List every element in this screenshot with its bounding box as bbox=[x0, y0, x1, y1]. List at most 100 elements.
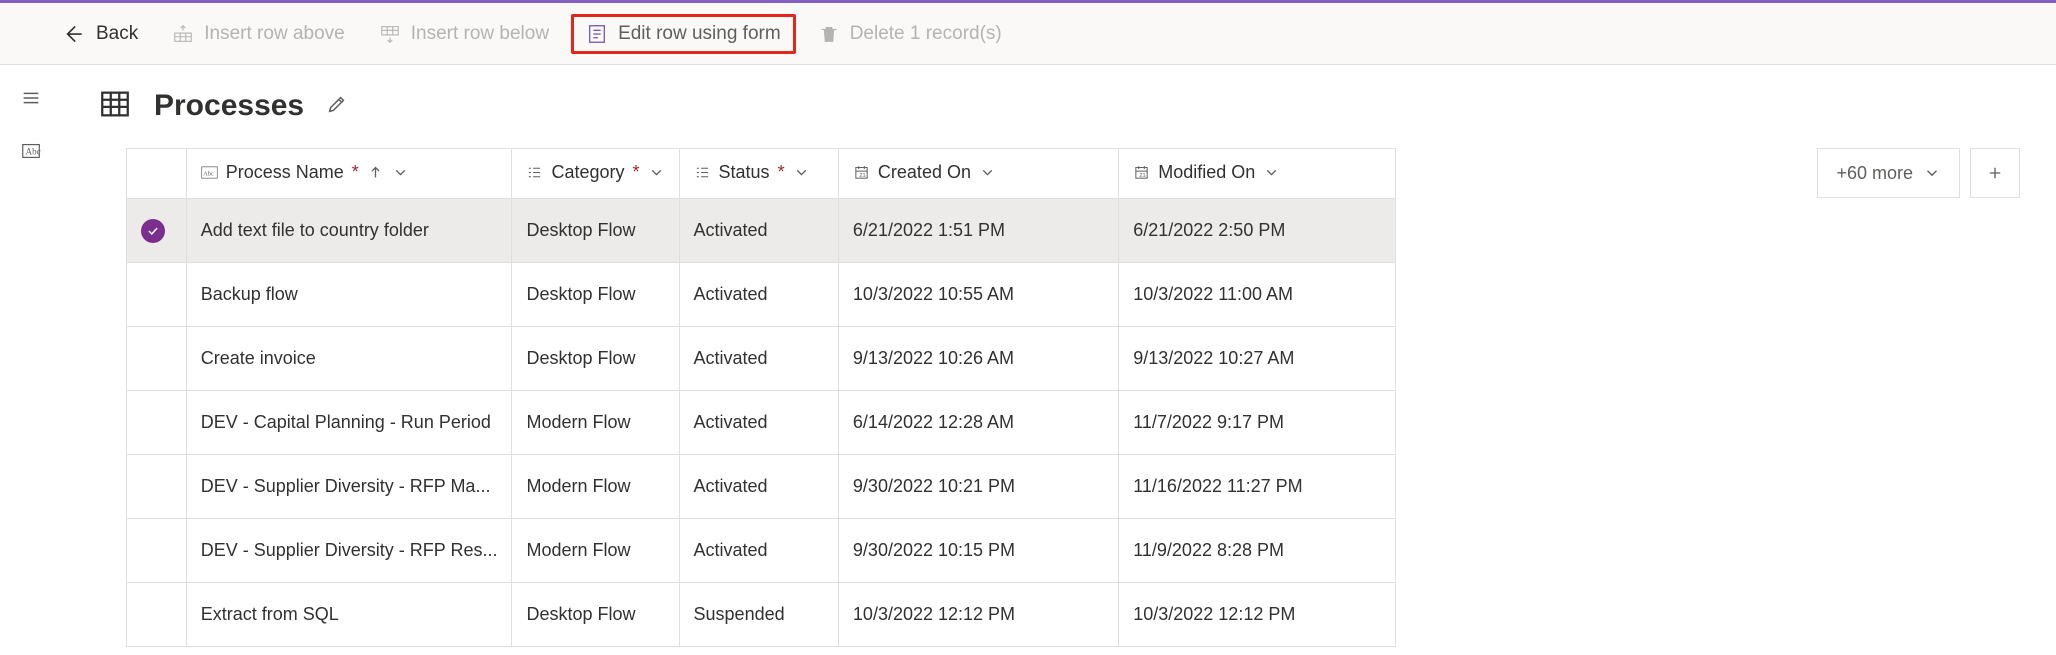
insert-row-above-label: Insert row above bbox=[204, 23, 344, 45]
chevron-down-icon bbox=[648, 164, 665, 181]
cell-cat[interactable]: Desktop Flow bbox=[512, 327, 679, 391]
cell-cre[interactable]: 6/14/2022 12:28 AM bbox=[838, 391, 1118, 455]
add-column-button[interactable] bbox=[1970, 148, 2020, 198]
main-area: Abc Processes +60 more bbox=[0, 65, 2056, 652]
table-row[interactable]: DEV - Capital Planning - Run PeriodModer… bbox=[127, 391, 1396, 455]
select-all-header[interactable] bbox=[127, 149, 187, 199]
hamburger-icon bbox=[20, 87, 42, 109]
table-row[interactable]: Add text file to country folderDesktop F… bbox=[127, 199, 1396, 263]
optionset-icon bbox=[526, 164, 543, 181]
pencil-icon bbox=[326, 93, 348, 115]
cell-cre[interactable]: 9/30/2022 10:21 PM bbox=[838, 455, 1118, 519]
rail-text-type-button[interactable]: Abc bbox=[20, 140, 42, 165]
cell-cat[interactable]: Desktop Flow bbox=[512, 263, 679, 327]
cell-mod[interactable]: 11/16/2022 11:27 PM bbox=[1119, 455, 1396, 519]
cell-stat[interactable]: Activated bbox=[679, 455, 838, 519]
cell-cre[interactable]: 6/21/2022 1:51 PM bbox=[838, 199, 1118, 263]
cell-mod[interactable]: 6/21/2022 2:50 PM bbox=[1119, 199, 1396, 263]
table-icon bbox=[98, 87, 132, 124]
calendar-icon: 21 bbox=[1133, 164, 1150, 181]
delete-records-label: Delete 1 record(s) bbox=[850, 23, 1002, 45]
cell-stat[interactable]: Activated bbox=[679, 263, 838, 327]
row-selector[interactable] bbox=[127, 519, 187, 583]
edit-row-using-form-button[interactable]: Edit row using form bbox=[571, 14, 796, 54]
cell-name[interactable]: Backup flow bbox=[186, 263, 512, 327]
cell-stat[interactable]: Suspended bbox=[679, 583, 838, 647]
column-header-category[interactable]: Category* bbox=[512, 149, 679, 199]
svg-text:Abc: Abc bbox=[203, 170, 214, 177]
cell-cre[interactable]: 9/13/2022 10:26 AM bbox=[838, 327, 1118, 391]
insert-row-below-label: Insert row below bbox=[411, 23, 549, 45]
sort-asc-icon bbox=[367, 164, 384, 181]
cell-cat[interactable]: Desktop Flow bbox=[512, 199, 679, 263]
edit-title-button[interactable] bbox=[326, 93, 348, 118]
cell-cre[interactable]: 10/3/2022 12:12 PM bbox=[838, 583, 1118, 647]
column-header-modified-on[interactable]: 21 Modified On bbox=[1119, 149, 1396, 199]
cell-mod[interactable]: 10/3/2022 12:12 PM bbox=[1119, 583, 1396, 647]
cell-mod[interactable]: 9/13/2022 10:27 AM bbox=[1119, 327, 1396, 391]
cell-mod[interactable]: 11/7/2022 9:17 PM bbox=[1119, 391, 1396, 455]
column-header-created-on[interactable]: 21 Created On bbox=[838, 149, 1118, 199]
svg-text:21: 21 bbox=[859, 172, 865, 178]
table-row[interactable]: Create invoiceDesktop FlowActivated9/13/… bbox=[127, 327, 1396, 391]
cell-cat[interactable]: Desktop Flow bbox=[512, 583, 679, 647]
chevron-down-icon bbox=[1923, 164, 1941, 182]
column-label: Created On bbox=[878, 162, 971, 183]
cell-name[interactable]: Create invoice bbox=[186, 327, 512, 391]
insert-row-below-button: Insert row below bbox=[367, 17, 561, 51]
row-selector[interactable] bbox=[127, 455, 187, 519]
grid-container: +60 more Abc P bbox=[126, 148, 2020, 647]
text-type-icon: Abc bbox=[201, 164, 218, 181]
cell-cat[interactable]: Modern Flow bbox=[512, 519, 679, 583]
page-title: Processes bbox=[154, 89, 304, 123]
rail-hamburger-button[interactable] bbox=[20, 87, 42, 112]
row-selector[interactable] bbox=[127, 583, 187, 647]
edit-row-using-form-label: Edit row using form bbox=[618, 23, 781, 45]
row-selector[interactable] bbox=[127, 327, 187, 391]
cell-name[interactable]: DEV - Supplier Diversity - RFP Res... bbox=[186, 519, 512, 583]
column-header-row: Abc Process Name* Category* bbox=[127, 149, 1396, 199]
chevron-down-icon bbox=[1263, 164, 1280, 181]
cell-cat[interactable]: Modern Flow bbox=[512, 391, 679, 455]
cell-cat[interactable]: Modern Flow bbox=[512, 455, 679, 519]
back-button[interactable]: Back bbox=[48, 15, 150, 53]
table-row[interactable]: Backup flowDesktop FlowActivated10/3/202… bbox=[127, 263, 1396, 327]
calendar-icon: 21 bbox=[853, 164, 870, 181]
cell-stat[interactable]: Activated bbox=[679, 199, 838, 263]
cell-name[interactable]: DEV - Capital Planning - Run Period bbox=[186, 391, 512, 455]
cell-stat[interactable]: Activated bbox=[679, 391, 838, 455]
svg-text:Abc: Abc bbox=[26, 147, 41, 157]
column-header-status[interactable]: Status* bbox=[679, 149, 838, 199]
more-columns-label: +60 more bbox=[1836, 163, 1913, 184]
data-grid: Abc Process Name* Category* bbox=[126, 148, 1396, 647]
cell-mod[interactable]: 10/3/2022 11:00 AM bbox=[1119, 263, 1396, 327]
insert-row-below-icon bbox=[379, 23, 401, 45]
page-header: Processes bbox=[98, 87, 2020, 124]
content-area: Processes +60 more bbox=[62, 65, 2056, 652]
table-row[interactable]: Extract from SQLDesktop FlowSuspended10/… bbox=[127, 583, 1396, 647]
svg-text:21: 21 bbox=[1140, 172, 1146, 178]
table-row[interactable]: DEV - Supplier Diversity - RFP Ma...Mode… bbox=[127, 455, 1396, 519]
form-icon bbox=[586, 23, 608, 45]
cell-name[interactable]: DEV - Supplier Diversity - RFP Ma... bbox=[186, 455, 512, 519]
column-label: Category bbox=[551, 162, 624, 183]
cell-stat[interactable]: Activated bbox=[679, 519, 838, 583]
row-selector[interactable] bbox=[127, 391, 187, 455]
row-selector[interactable] bbox=[127, 199, 187, 263]
column-header-process-name[interactable]: Abc Process Name* bbox=[186, 149, 512, 199]
cell-cre[interactable]: 10/3/2022 10:55 AM bbox=[838, 263, 1118, 327]
row-selector[interactable] bbox=[127, 263, 187, 327]
cell-stat[interactable]: Activated bbox=[679, 327, 838, 391]
command-bar: Back Insert row above Insert row below E… bbox=[0, 3, 2056, 65]
cell-name[interactable]: Add text file to country folder bbox=[186, 199, 512, 263]
cell-cre[interactable]: 9/30/2022 10:15 PM bbox=[838, 519, 1118, 583]
grid-right-controls: +60 more bbox=[1817, 148, 2020, 198]
optionset-icon bbox=[694, 164, 711, 181]
insert-row-above-button: Insert row above bbox=[160, 17, 356, 51]
arrow-left-icon bbox=[60, 21, 86, 47]
more-columns-button[interactable]: +60 more bbox=[1817, 148, 1960, 198]
chevron-down-icon bbox=[392, 164, 409, 181]
table-row[interactable]: DEV - Supplier Diversity - RFP Res...Mod… bbox=[127, 519, 1396, 583]
cell-mod[interactable]: 11/9/2022 8:28 PM bbox=[1119, 519, 1396, 583]
cell-name[interactable]: Extract from SQL bbox=[186, 583, 512, 647]
